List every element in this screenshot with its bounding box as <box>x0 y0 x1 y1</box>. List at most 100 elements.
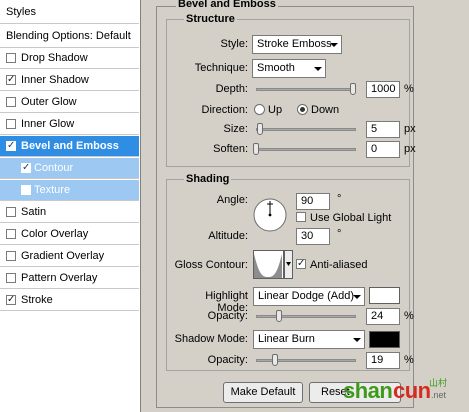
altitude-unit: ° <box>337 228 342 240</box>
highlight-mode-value: Linear Dodge (Add) <box>258 290 355 302</box>
highlight-mode-select[interactable]: Linear Dodge (Add) <box>253 287 365 306</box>
depth-slider-track[interactable] <box>256 88 356 91</box>
soften-slider-thumb[interactable] <box>253 143 259 155</box>
soften-unit: px <box>404 143 416 155</box>
stroke-label: Stroke <box>21 294 53 306</box>
technique-select[interactable]: Smooth <box>252 59 326 78</box>
size-input[interactable]: 5 <box>366 121 400 138</box>
styles-header[interactable]: Styles <box>0 0 139 24</box>
use-global-light-label: Use Global Light <box>310 212 392 224</box>
depth-slider-thumb[interactable] <box>350 83 356 95</box>
styles-list-panel: Styles Blending Options: Default Drop Sh… <box>0 0 141 412</box>
chevron-down-icon <box>353 295 361 299</box>
shadow-mode-label: Shadow Mode: <box>174 333 248 345</box>
make-default-button[interactable]: Make Default <box>223 382 303 403</box>
direction-label: Direction: <box>201 104 248 116</box>
direction-up-radio[interactable] <box>254 104 265 115</box>
shadow-color-swatch[interactable] <box>369 331 400 348</box>
size-slider-thumb[interactable] <box>257 123 263 135</box>
direction-down-radio[interactable] <box>297 104 308 115</box>
watermark-tail: .net <box>431 390 447 400</box>
texture-label: Texture <box>34 184 71 196</box>
site-watermark: shan cun 山村 .net <box>343 374 467 410</box>
style-item-inner-shadow[interactable]: Inner Shadow <box>0 70 139 91</box>
highlight-opacity-label: Opacity: <box>207 310 248 322</box>
blending-options-item[interactable]: Blending Options: Default <box>0 24 139 48</box>
soften-slider-track[interactable] <box>256 148 356 151</box>
shading-title: Shading <box>184 173 232 185</box>
color-overlay-checkbox[interactable] <box>6 229 16 239</box>
chevron-down-icon <box>353 338 361 342</box>
direction-down-label: Down <box>311 104 340 116</box>
gradient-overlay-label: Gradient Overlay <box>21 250 105 262</box>
gloss-contour-label: Gloss Contour: <box>174 259 248 271</box>
gloss-contour-picker[interactable] <box>253 250 293 280</box>
angle-dial[interactable] <box>253 198 287 232</box>
pattern-overlay-label: Pattern Overlay <box>21 272 98 284</box>
shadow-mode-select[interactable]: Linear Burn <box>253 330 365 349</box>
altitude-label: Altitude: <box>208 230 248 242</box>
gradient-overlay-checkbox[interactable] <box>6 251 16 261</box>
texture-checkbox[interactable] <box>21 185 31 195</box>
bevel-and-emboss-label: Bevel and Emboss <box>21 140 119 152</box>
bevel-emboss-title: Bevel and Emboss <box>176 0 278 10</box>
depth-input[interactable]: 1000 <box>366 81 400 98</box>
pattern-overlay-checkbox[interactable] <box>6 273 16 283</box>
contour-checkbox[interactable] <box>21 158 31 178</box>
blending-options-label: Blending Options: Default <box>6 30 131 42</box>
shadow-opacity-thumb[interactable] <box>272 354 278 366</box>
angle-unit: ° <box>337 193 342 205</box>
anti-aliased-checkbox[interactable] <box>296 254 306 274</box>
highlight-opacity-unit: % <box>404 310 414 322</box>
anti-aliased-label: Anti-aliased <box>310 259 368 271</box>
shadow-opacity-label: Opacity: <box>207 354 248 366</box>
stroke-checkbox[interactable] <box>6 290 16 310</box>
style-item-color-overlay[interactable]: Color Overlay <box>0 224 139 245</box>
highlight-opacity-input[interactable]: 24 <box>366 308 400 325</box>
style-label: Style: <box>220 38 248 50</box>
size-label: Size: <box>223 123 248 135</box>
soften-input[interactable]: 0 <box>366 141 400 158</box>
style-select-value: Stroke Emboss <box>257 38 332 50</box>
style-item-contour[interactable]: Contour <box>0 158 139 179</box>
style-item-drop-shadow[interactable]: Drop Shadow <box>0 48 139 69</box>
shadow-mode-value: Linear Burn <box>258 333 315 345</box>
soften-label: Soften: <box>213 143 248 155</box>
watermark-chinese: 山村 <box>429 379 448 389</box>
angle-input[interactable]: 90 <box>296 193 330 210</box>
color-overlay-label: Color Overlay <box>21 228 89 240</box>
style-item-texture[interactable]: Texture <box>0 180 139 201</box>
shadow-opacity-input[interactable]: 19 <box>366 352 400 369</box>
technique-select-value: Smooth <box>257 62 295 74</box>
angle-label: Angle: <box>216 194 248 206</box>
chevron-down-icon <box>330 43 338 47</box>
watermark-green-text: shan <box>343 378 393 403</box>
highlight-opacity-thumb[interactable] <box>276 310 282 322</box>
satin-checkbox[interactable] <box>6 207 16 217</box>
structure-title: Structure <box>184 13 237 25</box>
style-item-satin[interactable]: Satin <box>0 202 139 223</box>
use-global-light-checkbox[interactable] <box>296 212 306 222</box>
style-select[interactable]: Stroke Emboss <box>252 35 342 54</box>
style-item-outer-glow[interactable]: Outer Glow <box>0 92 139 113</box>
highlight-color-swatch[interactable] <box>369 287 400 304</box>
style-item-bevel-and-emboss[interactable]: Bevel and Emboss <box>0 136 139 157</box>
outer-glow-checkbox[interactable] <box>6 97 16 107</box>
inner-glow-checkbox[interactable] <box>6 119 16 129</box>
style-item-gradient-overlay[interactable]: Gradient Overlay <box>0 246 139 267</box>
bevel-and-emboss-checkbox[interactable] <box>6 136 16 156</box>
style-item-pattern-overlay[interactable]: Pattern Overlay <box>0 268 139 289</box>
contour-label: Contour <box>34 162 74 174</box>
size-slider-track[interactable] <box>256 128 356 131</box>
drop-shadow-checkbox[interactable] <box>6 53 16 63</box>
altitude-input[interactable]: 30 <box>296 228 330 245</box>
style-item-stroke[interactable]: Stroke <box>0 290 139 311</box>
depth-label: Depth: <box>215 83 248 95</box>
shadow-opacity-track[interactable] <box>256 359 356 362</box>
inner-shadow-checkbox[interactable] <box>6 70 16 90</box>
watermark-red-text: cun <box>393 378 431 403</box>
highlight-opacity-track[interactable] <box>256 315 356 318</box>
styles-title: Styles <box>6 6 36 18</box>
drop-shadow-label: Drop Shadow <box>21 52 88 64</box>
style-item-inner-glow[interactable]: Inner Glow <box>0 114 139 135</box>
